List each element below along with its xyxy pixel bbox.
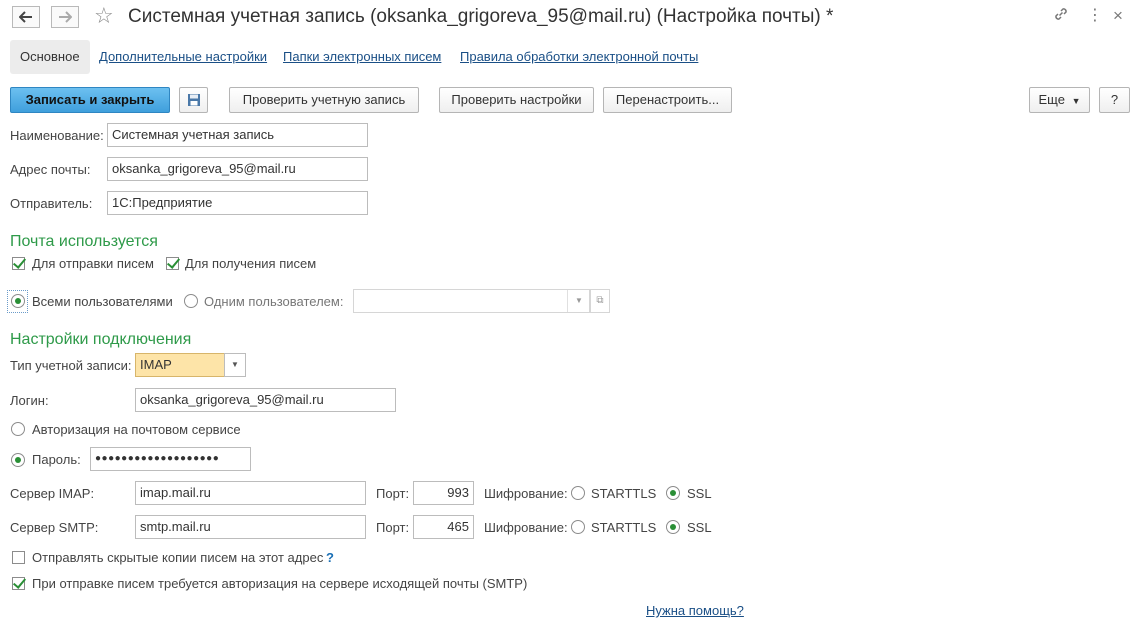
tab-email-folders[interactable]: Папки электронных писем (283, 40, 441, 74)
email-input[interactable]: oksanka_grigoreva_95@mail.ru (107, 157, 368, 181)
tab-main[interactable]: Основное (10, 40, 90, 74)
email-label: Адрес почты: (10, 162, 91, 177)
open-user-icon[interactable]: ⧉ (590, 289, 610, 313)
arrow-right-icon (59, 11, 72, 23)
one-user-select[interactable] (353, 289, 590, 313)
arrow-left-icon (19, 11, 32, 23)
smtp-server-input[interactable]: smtp.mail.ru (135, 515, 366, 539)
password-label: Пароль: (32, 452, 81, 467)
name-label: Наименование: (10, 128, 104, 143)
imap-port-label: Порт: (376, 486, 410, 501)
smtp-port-input[interactable]: 465 (413, 515, 474, 539)
imap-starttls-radio[interactable] (571, 486, 585, 500)
auth-service-radio[interactable] (11, 422, 25, 436)
sender-input[interactable]: 1С:Предприятие (107, 191, 368, 215)
imap-server-input[interactable]: imap.mail.ru (135, 481, 366, 505)
window-title: Системная учетная запись (oksanka_grigor… (128, 6, 834, 27)
smtp-ssl-label: SSL (687, 520, 712, 535)
help-button[interactable]: ? (1099, 87, 1130, 113)
smtp-ssl-radio[interactable] (666, 520, 680, 534)
receive-mail-label: Для получения писем (185, 256, 317, 271)
name-input[interactable]: Системная учетная запись (107, 123, 368, 147)
favorite-star-icon[interactable]: ☆ (94, 4, 114, 28)
bcc-checkbox[interactable] (12, 551, 25, 564)
one-user-radio[interactable] (184, 294, 198, 308)
account-type-label: Тип учетной записи: (10, 358, 132, 373)
smtp-starttls-radio[interactable] (571, 520, 585, 534)
imap-ssl-label: SSL (687, 486, 712, 501)
more-button-label: Еще (1038, 92, 1065, 107)
imap-encryption-label: Шифрование: (484, 486, 568, 501)
imap-starttls-label: STARTTLS (591, 486, 657, 501)
reconfigure-button[interactable]: Перенастроить... (603, 87, 732, 113)
more-button[interactable]: Еще ▼ (1029, 87, 1090, 113)
usage-heading: Почта используется (10, 233, 158, 250)
receive-mail-checkbox[interactable] (166, 257, 179, 270)
smtp-starttls-label: STARTTLS (591, 520, 657, 535)
help-link[interactable]: Нужна помощь? (646, 603, 744, 618)
tab-additional-settings[interactable]: Дополнительные настройки (99, 40, 267, 74)
sender-label: Отправитель: (10, 196, 93, 211)
all-users-radio[interactable] (11, 294, 25, 308)
more-vertical-icon[interactable]: ⋮ (1087, 6, 1103, 26)
all-users-label: Всеми пользователями (32, 294, 173, 309)
smtp-auth-checkbox[interactable] (12, 577, 25, 590)
save-and-close-button[interactable]: Записать и закрыть (10, 87, 170, 113)
link-icon[interactable] (1053, 6, 1069, 28)
back-button[interactable] (12, 6, 40, 28)
send-mail-label: Для отправки писем (32, 256, 154, 271)
one-user-dropdown-button[interactable]: ▼ (567, 290, 590, 312)
caret-down-icon: ▼ (1071, 96, 1081, 106)
forward-button[interactable] (51, 6, 79, 28)
tab-email-rules[interactable]: Правила обработки электронной почты (460, 40, 698, 74)
password-radio[interactable] (11, 453, 25, 467)
send-mail-checkbox[interactable] (12, 257, 25, 270)
smtp-port-label: Порт: (376, 520, 410, 535)
imap-port-input[interactable]: 993 (413, 481, 474, 505)
check-account-button[interactable]: Проверить учетную запись (229, 87, 419, 113)
imap-server-label: Сервер IMAP: (10, 486, 95, 501)
login-label: Логин: (10, 393, 49, 408)
floppy-disk-icon (187, 94, 200, 106)
bcc-label: Отправлять скрытые копии писем на этот а… (32, 550, 324, 565)
password-input[interactable]: ●●●●●●●●●●●●●●●●●●● (90, 447, 251, 471)
login-input[interactable]: oksanka_grigoreva_95@mail.ru (135, 388, 396, 412)
auth-service-label: Авторизация на почтовом сервисе (32, 422, 241, 437)
smtp-server-label: Сервер SMTP: (10, 520, 99, 535)
close-icon[interactable]: × (1113, 6, 1123, 26)
connection-heading: Настройки подключения (10, 331, 192, 348)
bcc-help-icon[interactable]: ? (326, 550, 334, 565)
smtp-encryption-label: Шифрование: (484, 520, 568, 535)
account-type-combo[interactable]: IMAP (135, 353, 225, 377)
imap-ssl-radio[interactable] (666, 486, 680, 500)
check-settings-button[interactable]: Проверить настройки (439, 87, 594, 113)
one-user-label: Одним пользователем: (204, 294, 344, 309)
save-button[interactable] (179, 87, 208, 113)
smtp-auth-label: При отправке писем требуется авторизация… (32, 576, 528, 591)
account-type-dropdown-button[interactable]: ▼ (224, 353, 246, 377)
